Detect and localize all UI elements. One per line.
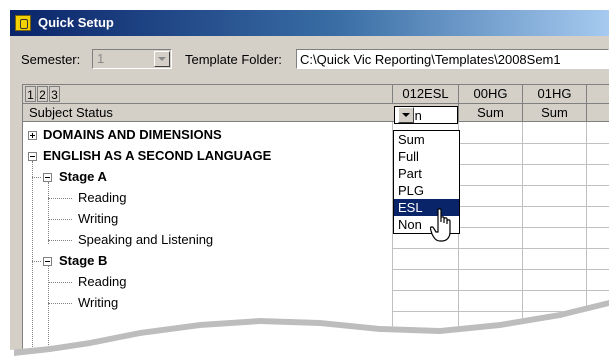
collapse-icon[interactable] <box>43 173 52 182</box>
toolbar: Semester: 1 Template Folder: C:\Quick Vi… <box>10 36 609 82</box>
template-folder-field[interactable]: C:\Quick Vic Reporting\Templates\2008Sem… <box>296 49 609 69</box>
tree-item-stage-a[interactable]: Stage A <box>59 169 107 184</box>
tree-item-speaking-listening[interactable]: Speaking and Listening <box>78 232 213 247</box>
tree-item-esl[interactable]: ENGLISH AS A SECOND LANGUAGE <box>43 148 271 163</box>
chevron-down-icon[interactable] <box>398 107 414 123</box>
status-cell[interactable]: Sum <box>459 104 523 122</box>
expand-icon[interactable] <box>28 131 37 140</box>
tree-item-writing[interactable]: Writing <box>78 295 118 310</box>
column-header[interactable]: 00HG <box>459 85 523 104</box>
level-button-3[interactable]: 3 <box>49 86 60 102</box>
title-bar: Quick Setup <box>10 10 609 36</box>
subject-status-select[interactable]: Non <box>394 106 458 124</box>
column-header[interactable]: 012ESL <box>393 85 459 104</box>
app-icon <box>15 15 31 31</box>
semester-label: Semester: <box>21 52 81 67</box>
column-header[interactable]: 01HG <box>523 85 587 104</box>
level-header: 1 2 3 <box>23 85 393 104</box>
template-folder-label: Template Folder: <box>185 52 282 67</box>
option-full[interactable]: Full <box>394 148 459 165</box>
semester-value: 1 <box>97 51 105 66</box>
column-header[interactable] <box>587 85 609 104</box>
tree-item-writing[interactable]: Writing <box>78 211 118 226</box>
option-part[interactable]: Part <box>394 165 459 182</box>
level-button-1[interactable]: 1 <box>25 86 36 102</box>
status-cell[interactable]: Sum <box>523 104 587 122</box>
tree-item-reading[interactable]: Reading <box>78 274 126 289</box>
setup-grid: 1 2 3 012ESL 00HG 01HG Subject Status Su… <box>22 84 609 350</box>
semester-dropdown-button[interactable] <box>154 51 170 67</box>
status-cell[interactable] <box>587 104 609 122</box>
semester-select[interactable]: 1 <box>92 49 172 69</box>
quick-setup-window: Quick Setup Semester: 1 Template Folder:… <box>10 10 609 350</box>
hand-cursor-icon <box>430 208 451 242</box>
tree-item-reading[interactable]: Reading <box>78 190 126 205</box>
tree-item-domains[interactable]: DOMAINS AND DIMENSIONS <box>43 127 222 142</box>
tree-item-stage-b[interactable]: Stage B <box>59 253 107 268</box>
option-plg[interactable]: PLG <box>394 182 459 199</box>
option-sum[interactable]: Sum <box>394 131 459 148</box>
window-title: Quick Setup <box>38 15 114 30</box>
subject-status-row-header: Subject Status <box>23 104 393 122</box>
subject-status-label: Subject Status <box>29 105 113 120</box>
level-button-2[interactable]: 2 <box>37 86 48 102</box>
collapse-icon[interactable] <box>43 257 52 266</box>
collapse-icon[interactable] <box>28 152 37 161</box>
